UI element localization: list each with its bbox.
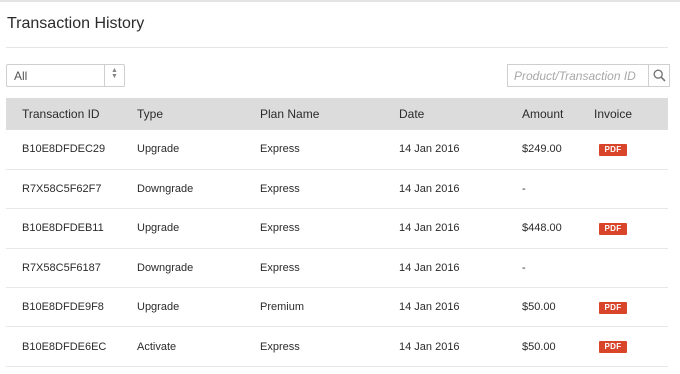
page-title: Transaction History — [7, 15, 145, 32]
search-icon — [653, 69, 666, 82]
pdf-download-button[interactable]: PDF — [599, 143, 627, 156]
cell-transaction-id: R7X58C5F62F7 — [22, 183, 102, 196]
title-divider — [6, 47, 668, 48]
pdf-download-button[interactable]: PDF — [599, 301, 627, 314]
cell-transaction-id: R7X58C5F6187 — [22, 261, 101, 274]
table-row[interactable]: R7X58C5F62F7 Downgrade Express 14 Jan 2016 - — [6, 169, 668, 209]
cell-invoice — [594, 248, 668, 287]
filter-selected-value: All — [14, 69, 28, 83]
header-transaction-id[interactable]: Transaction ID — [6, 98, 137, 130]
table-header-row: Transaction ID Type Plan Name Date Amoun… — [6, 98, 668, 130]
header-type[interactable]: Type — [137, 98, 260, 130]
cell-date: 14 Jan 2016 — [399, 301, 460, 314]
top-divider — [0, 0, 680, 2]
cell-amount: $448.00 — [522, 222, 562, 235]
cell-date: 14 Jan 2016 — [399, 261, 460, 274]
search-input[interactable] — [507, 64, 648, 87]
cell-invoice: PDF — [594, 209, 668, 248]
cell-plan-name: Premium — [260, 301, 305, 314]
header-date[interactable]: Date — [399, 98, 522, 130]
header-plan-name[interactable]: Plan Name — [260, 98, 399, 130]
transaction-table: Transaction ID Type Plan Name Date Amoun… — [6, 98, 668, 367]
pdf-download-button[interactable]: PDF — [599, 341, 627, 354]
cell-transaction-id: B10E8DFDEB11 — [22, 222, 104, 235]
cell-date: 14 Jan 2016 — [399, 143, 460, 156]
cell-plan-name: Express — [260, 183, 300, 196]
cell-type: Upgrade — [137, 143, 180, 156]
cell-invoice: PDF — [594, 327, 668, 366]
search-button[interactable] — [648, 64, 670, 87]
cell-plan-name: Express — [260, 261, 300, 274]
cell-type: Downgrade — [137, 261, 194, 274]
cell-date: 14 Jan 2016 — [399, 183, 460, 196]
cell-plan-name: Express — [260, 222, 300, 235]
select-arrows-icon: ▲ ▼ — [104, 65, 124, 86]
pdf-download-button[interactable]: PDF — [599, 222, 627, 235]
cell-amount: $50.00 — [522, 301, 556, 314]
cell-invoice: PDF — [594, 130, 668, 169]
table-row[interactable]: B10E8DFDEB11 Upgrade Express 14 Jan 2016 $44… — [6, 209, 668, 249]
cell-plan-name: Express — [260, 143, 300, 156]
cell-invoice: PDF — [594, 288, 668, 327]
cell-date: 14 Jan 2016 — [399, 222, 460, 235]
table-row[interactable]: B10E8DFDEC29 Upgrade Express 14 Jan 2016 $24… — [6, 130, 668, 170]
cell-transaction-id: B10E8DFDE6EC — [22, 340, 107, 353]
header-amount[interactable]: Amount — [522, 98, 594, 130]
type-filter-select[interactable]: All ▲ ▼ — [6, 64, 125, 87]
cell-date: 14 Jan 2016 — [399, 340, 460, 353]
cell-amount: - — [522, 183, 526, 196]
cell-type: Downgrade — [137, 183, 194, 196]
cell-type: Upgrade — [137, 301, 180, 314]
cell-type: Activate — [137, 340, 177, 353]
cell-invoice — [594, 169, 668, 208]
cell-amount: $249.00 — [522, 143, 562, 156]
table-row[interactable]: R7X58C5F6187 Downgrade Express 14 Jan 2016 - — [6, 248, 668, 288]
header-invoice[interactable]: Invoice — [594, 98, 668, 130]
cell-transaction-id: B10E8DFDE9F8 — [22, 301, 104, 314]
table-row[interactable]: B10E8DFDE9F8 Upgrade Premium 14 Jan 2016 $50… — [6, 288, 668, 327]
cell-amount: - — [522, 261, 526, 274]
cell-plan-name: Express — [260, 340, 300, 353]
cell-type: Upgrade — [137, 222, 180, 235]
table-row[interactable]: B10E8DFDE6EC Activate Express 14 Jan 2016 $5… — [6, 327, 668, 367]
cell-transaction-id: B10E8DFDEC29 — [22, 143, 106, 156]
cell-amount: $50.00 — [522, 340, 556, 353]
